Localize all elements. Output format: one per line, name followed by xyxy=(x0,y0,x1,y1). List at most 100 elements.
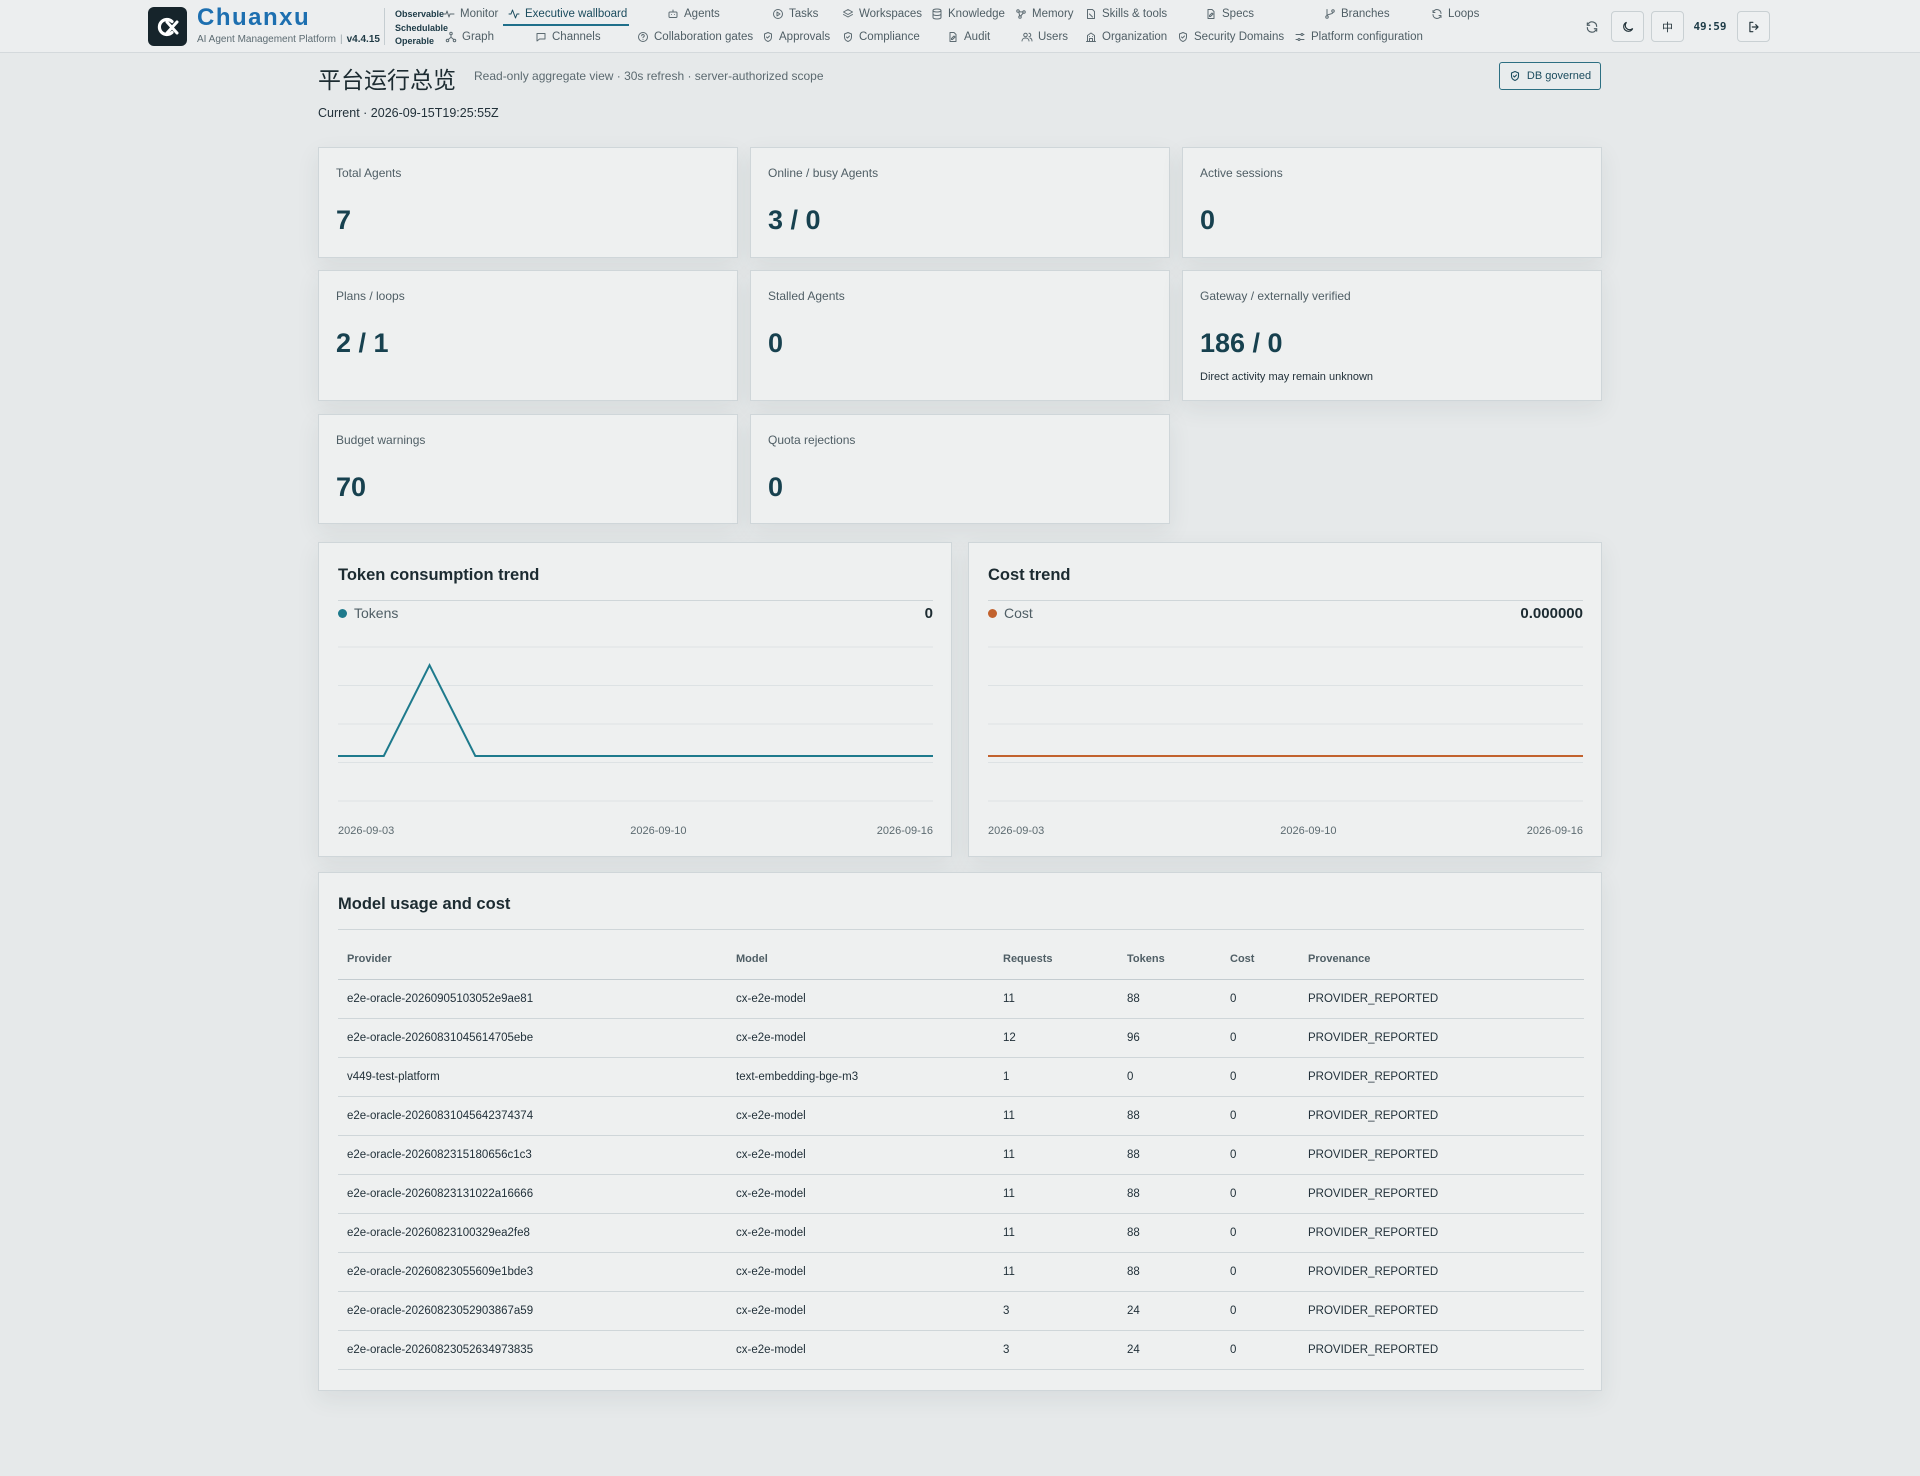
cell-tokens: 96 xyxy=(1127,1032,1140,1044)
shield-check-icon xyxy=(1510,70,1519,82)
data-point[interactable] xyxy=(793,753,799,759)
nav-item-organization[interactable]: Organization xyxy=(1085,28,1167,46)
users-icon xyxy=(1021,32,1033,42)
nav-item-channels[interactable]: Channels xyxy=(535,28,601,46)
data-point[interactable] xyxy=(655,753,661,759)
nav-item-security-domains[interactable]: Security Domains xyxy=(1177,28,1284,46)
stat-value: 186 / 0 xyxy=(1200,328,1283,358)
chuanxu-logo-icon[interactable] xyxy=(148,7,187,46)
column-header-provenance[interactable]: Provenance xyxy=(1308,953,1370,965)
nav-item-monitor[interactable]: Monitor xyxy=(443,5,498,23)
nav-item-label: Channels xyxy=(552,31,601,43)
data-point[interactable] xyxy=(1260,753,1266,759)
layers-icon xyxy=(843,9,853,18)
top-navigation-bar: Chuanxu AI Agent Management Platform | v4.… xyxy=(0,0,1920,53)
nav-item-label: Skills & tools xyxy=(1102,8,1168,20)
data-point[interactable] xyxy=(472,753,478,759)
column-header-tokens[interactable]: Tokens xyxy=(1127,953,1165,965)
data-point[interactable] xyxy=(1534,753,1540,759)
nav-item-agents[interactable]: Agents xyxy=(667,5,720,23)
nav-item-executive-wallboard[interactable]: Executive wallboard xyxy=(508,5,627,23)
nav-item-label: Memory xyxy=(1032,8,1074,20)
brand-tagline: AI Agent Management Platform xyxy=(197,34,336,45)
table-row[interactable]: v449-test-platform text-embedding-bge-m3 1… xyxy=(338,1058,1584,1097)
data-point[interactable] xyxy=(610,753,616,759)
data-point[interactable] xyxy=(1397,753,1403,759)
data-point[interactable] xyxy=(1305,753,1311,759)
data-point[interactable] xyxy=(930,753,936,759)
nav-item-specs[interactable]: Specs xyxy=(1205,5,1254,23)
data-point[interactable] xyxy=(985,753,991,759)
cell-requests: 11 xyxy=(1003,1149,1015,1161)
data-point[interactable] xyxy=(1077,753,1083,759)
data-point[interactable] xyxy=(884,753,890,759)
data-point[interactable] xyxy=(1168,753,1174,759)
cell-cost: 0 xyxy=(1230,1110,1237,1122)
nav-item-skills-tools[interactable]: Skills & tools xyxy=(1085,5,1167,23)
data-point[interactable] xyxy=(838,753,844,759)
refresh-button[interactable] xyxy=(1582,11,1602,42)
column-header-cost[interactable]: Cost xyxy=(1230,953,1254,965)
stat-label: Quota rejections xyxy=(768,433,856,447)
cell-provenance: PROVIDER_REPORTED xyxy=(1308,1071,1439,1083)
cell-provider: e2e-oracle-20260831045614705ebe xyxy=(347,1032,534,1044)
nav-item-memory[interactable]: Memory xyxy=(1015,5,1074,23)
nav-item-workspaces[interactable]: Workspaces xyxy=(842,5,922,23)
nav-item-collaboration-gates[interactable]: Collaboration gates xyxy=(637,28,753,46)
data-point[interactable] xyxy=(564,753,570,759)
data-point[interactable] xyxy=(518,753,524,759)
table-row[interactable]: e2e-oracle-20260823131022a16666 cx-e2e-mo… xyxy=(338,1175,1584,1214)
nav-item-compliance[interactable]: Compliance xyxy=(842,28,920,46)
logout-button[interactable] xyxy=(1737,11,1770,42)
refresh-icon xyxy=(1586,20,1598,33)
cell-requests: 11 xyxy=(1003,1266,1015,1278)
table-row[interactable]: e2e-oracle-2026082315180656c1c3 cx-e2e-mo… xyxy=(338,1136,1584,1175)
nav-item-label: Organization xyxy=(1102,31,1168,43)
nav-item-users[interactable]: Users xyxy=(1021,28,1068,46)
language-toggle-button[interactable]: 中 xyxy=(1651,11,1684,42)
data-point[interactable] xyxy=(1351,753,1357,759)
x-tick-label: 2026-09-10 xyxy=(630,825,686,837)
nav-item-graph[interactable]: Graph xyxy=(445,28,494,46)
data-point[interactable] xyxy=(427,662,433,668)
data-point[interactable] xyxy=(1443,753,1449,759)
table-row[interactable]: e2e-oracle-20260823052903867a59 cx-e2e-mo… xyxy=(338,1292,1584,1331)
data-point[interactable] xyxy=(1122,753,1128,759)
table-row[interactable]: e2e-oracle-20260823055609e1bde3 cx-e2e-mo… xyxy=(338,1253,1584,1292)
nav-item-audit[interactable]: Audit xyxy=(947,28,990,46)
table-row[interactable]: e2e-oracle-20260905103052e9ae81 cx-e2e-mo… xyxy=(338,980,1584,1019)
data-point[interactable] xyxy=(1580,753,1586,759)
stat-card-active-sessions: Active sessions 0 xyxy=(1182,147,1602,258)
cell-tokens: 88 xyxy=(1127,1188,1140,1200)
token-trend-chart: 2026-09-03 2026-09-10 2026-09-16 xyxy=(335,646,936,837)
theme-toggle-button[interactable] xyxy=(1611,11,1644,42)
table-row[interactable]: e2e-oracle-20260823100329ea2fe8 cx-e2e-mo… xyxy=(338,1214,1584,1253)
data-point[interactable] xyxy=(1031,753,1037,759)
cell-provider: e2e-oracle-20260823131022a16666 xyxy=(347,1188,534,1200)
cell-provider: e2e-oracle-20260905103052e9ae81 xyxy=(347,993,534,1005)
cell-provenance: PROVIDER_REPORTED xyxy=(1308,1344,1439,1356)
table-row[interactable]: e2e-oracle-20260823052634973835 cx-e2e-mo… xyxy=(338,1331,1584,1370)
nav-item-approvals[interactable]: Approvals xyxy=(762,28,830,46)
column-header-provider[interactable]: Provider xyxy=(347,953,392,965)
shield-check-icon xyxy=(764,32,772,42)
x-tick-label: 2026-09-16 xyxy=(877,825,933,837)
nav-item-loops[interactable]: Loops xyxy=(1431,5,1479,23)
data-point[interactable] xyxy=(747,753,753,759)
data-point[interactable] xyxy=(1214,753,1220,759)
data-point[interactable] xyxy=(701,753,707,759)
stat-note: Direct activity may remain unknown xyxy=(1200,371,1374,383)
nav-item-platform-configuration[interactable]: Platform configuration xyxy=(1294,28,1423,46)
data-point[interactable] xyxy=(335,753,341,759)
nav-item-tasks[interactable]: Tasks xyxy=(772,5,818,23)
stat-value: 0 xyxy=(1200,205,1216,235)
data-point[interactable] xyxy=(381,753,387,759)
cell-cost: 0 xyxy=(1230,1071,1237,1083)
data-point[interactable] xyxy=(1488,753,1494,759)
nav-item-knowledge[interactable]: Knowledge xyxy=(931,5,1005,23)
table-row[interactable]: e2e-oracle-20260831045614705ebe cx-e2e-mo… xyxy=(338,1019,1584,1058)
column-header-model[interactable]: Model xyxy=(736,953,768,965)
column-header-requests[interactable]: Requests xyxy=(1003,953,1053,965)
table-row[interactable]: e2e-oracle-20260831045642374374 cx-e2e-mo… xyxy=(338,1097,1584,1136)
nav-item-branches[interactable]: Branches xyxy=(1324,5,1390,23)
